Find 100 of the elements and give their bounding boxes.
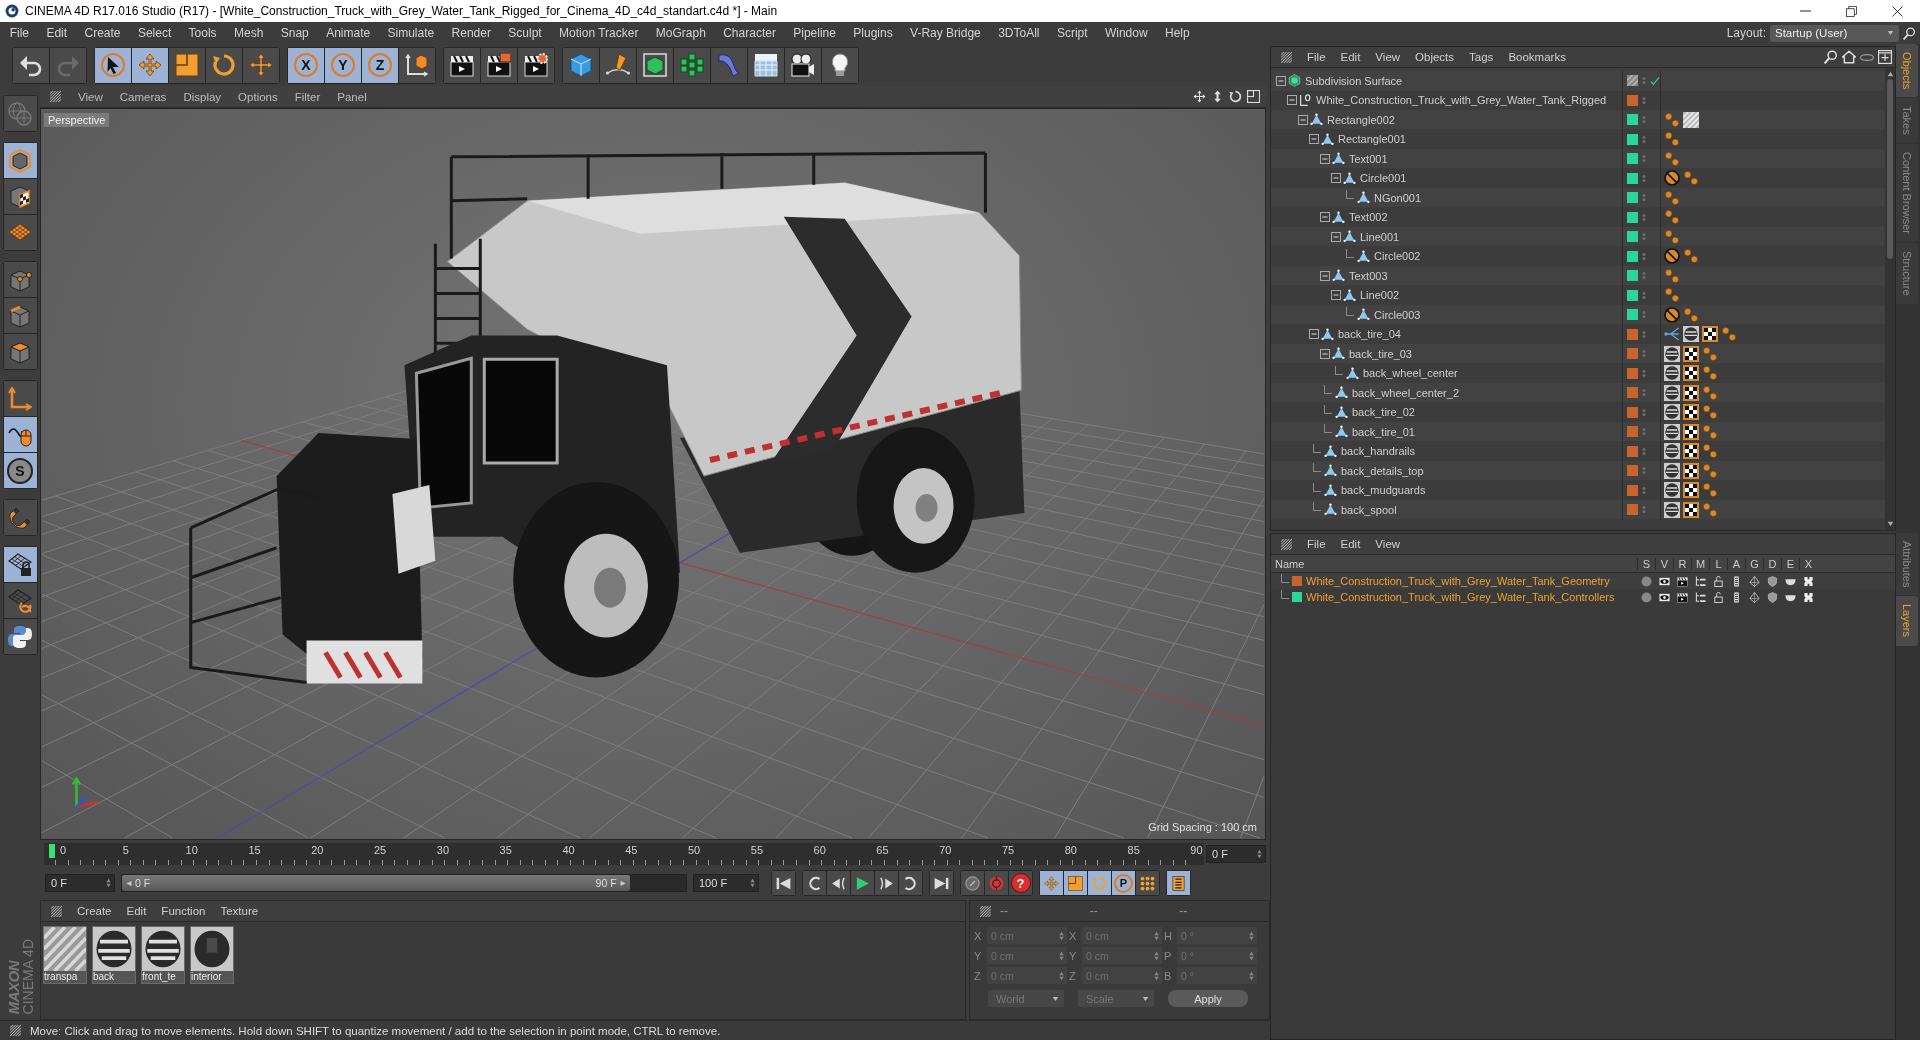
layer-swatch-icon[interactable] — [1627, 289, 1638, 301]
menu-item[interactable]: Edit — [120, 905, 156, 917]
textured-sphere-icon[interactable] — [1664, 501, 1680, 518]
menu-item[interactable]: Script — [1048, 22, 1097, 44]
menu-item[interactable]: Motion Tracker — [550, 22, 648, 44]
menu-item[interactable]: View — [70, 90, 112, 103]
scale-key-toggle[interactable] — [1064, 871, 1087, 895]
material-swatch[interactable]: front_te — [141, 926, 185, 984]
dot-icon[interactable] — [1640, 575, 1652, 587]
object-name[interactable]: Circle002 — [1374, 250, 1421, 263]
go-to-end-button[interactable] — [930, 871, 953, 895]
object-name[interactable]: Circle001 — [1360, 172, 1407, 185]
column-header[interactable]: G — [1745, 557, 1763, 570]
dot-icon[interactable] — [1640, 591, 1652, 603]
branch-icon[interactable] — [1664, 326, 1680, 343]
left-triangle-icon[interactable] — [126, 879, 132, 887]
textured-sphere-icon[interactable] — [1664, 365, 1680, 382]
layer-swatch-icon[interactable] — [1627, 270, 1638, 282]
checker-icon[interactable] — [1683, 365, 1699, 382]
visibility-dots-icon[interactable] — [1642, 193, 1646, 203]
visibility-dots-icon[interactable] — [1642, 232, 1646, 242]
next-frame-button[interactable] — [875, 871, 898, 895]
layer-swatch-icon[interactable] — [1627, 504, 1638, 516]
side-tab[interactable]: Layers — [1896, 596, 1918, 646]
layer-swatch-icon[interactable] — [1627, 367, 1638, 379]
column-header[interactable]: V — [1655, 557, 1673, 570]
menu-item[interactable]: View — [1369, 51, 1410, 63]
undo-button[interactable] — [13, 47, 49, 83]
checker-icon[interactable] — [1683, 404, 1699, 421]
range-slider-track[interactable]: 0 F 90 F — [121, 874, 687, 892]
menu-item[interactable]: Edit — [1334, 538, 1370, 550]
scale-tool-button[interactable] — [169, 47, 205, 83]
object-name[interactable]: back_mudguards — [1341, 484, 1426, 497]
two-dots-icon[interactable] — [1702, 462, 1718, 479]
layer-swatch-icon[interactable] — [1627, 250, 1638, 262]
window-toggle-icon[interactable] — [1247, 90, 1260, 103]
polygons-mode-button[interactable] — [3, 334, 37, 369]
visibility-dots-icon[interactable] — [1642, 505, 1646, 515]
menu-item[interactable]: Character — [714, 22, 785, 44]
visibility-dots-icon[interactable] — [1642, 95, 1646, 105]
play-button[interactable] — [851, 871, 874, 895]
menu-item[interactable]: File — [1301, 538, 1335, 550]
menu-item[interactable]: Pipeline — [784, 22, 845, 44]
menu-item[interactable]: Animate — [317, 22, 379, 44]
collapse-box-icon[interactable] — [1331, 290, 1341, 301]
layer-swatch-icon[interactable] — [1292, 576, 1302, 586]
layer-swatch-icon[interactable] — [1627, 406, 1638, 418]
move-tool-button[interactable] — [132, 47, 168, 83]
object-name[interactable]: Subdivision Surface — [1305, 74, 1403, 87]
grip-icon[interactable] — [980, 905, 991, 917]
two-dots-icon[interactable] — [1702, 443, 1718, 460]
right-triangle-icon[interactable] — [619, 879, 626, 887]
collapse-box-icon[interactable] — [1320, 212, 1330, 223]
menu-item[interactable]: File — [1301, 51, 1335, 63]
two-dots-icon[interactable] — [1664, 111, 1680, 128]
layout-dropdown[interactable]: Startup (User) — [1770, 24, 1899, 42]
textured-sphere-icon[interactable] — [1683, 326, 1699, 343]
object-name[interactable]: Circle003 — [1374, 308, 1421, 321]
floor-button[interactable] — [748, 47, 784, 83]
timeline-ruler[interactable]: 0 5 10 15 20 25 30 35 40 45 50 55 60 65 70 75 80 85 90 — [44, 843, 1204, 865]
grip-icon[interactable] — [51, 905, 62, 917]
side-tab[interactable]: Objects — [1896, 44, 1918, 98]
two-dots-icon[interactable] — [1664, 209, 1680, 226]
menu-item[interactable]: Edit — [37, 22, 76, 44]
pyramid-icon[interactable] — [1748, 575, 1760, 587]
previous-key-button[interactable] — [803, 871, 826, 895]
textured-sphere-icon[interactable] — [1664, 345, 1680, 362]
visibility-dots-icon[interactable] — [1642, 310, 1646, 320]
two-dots-icon[interactable] — [1664, 131, 1680, 148]
select-tool-button[interactable] — [95, 47, 131, 83]
checker-icon[interactable] — [1683, 462, 1699, 479]
next-key-button[interactable] — [899, 871, 922, 895]
menu-item[interactable]: Simulate — [378, 22, 443, 44]
coordinate-system-button[interactable] — [399, 47, 435, 83]
layer-swatch-icon[interactable] — [1627, 133, 1638, 145]
visibility-dots-icon[interactable] — [1642, 290, 1646, 300]
two-dots-icon[interactable] — [1664, 150, 1680, 167]
scroll-down-icon[interactable] — [1886, 521, 1894, 527]
eye-icon[interactable] — [1658, 591, 1670, 603]
layer-swatch-icon[interactable] — [1627, 211, 1638, 223]
timeline-button[interactable] — [1167, 871, 1190, 895]
layer-swatch-icon[interactable] — [1627, 231, 1638, 243]
move-key-toggle[interactable] — [1040, 871, 1063, 895]
scrollbar-track[interactable] — [1885, 68, 1895, 530]
two-dots-icon[interactable] — [1664, 189, 1680, 206]
two-dots-icon[interactable] — [1702, 345, 1718, 362]
checker-icon[interactable] — [1683, 345, 1699, 362]
column-header[interactable]: S — [1637, 557, 1655, 570]
column-header[interactable]: X — [1799, 557, 1817, 570]
autokey-button[interactable] — [985, 871, 1008, 895]
visibility-dots-icon[interactable] — [1642, 134, 1646, 144]
layer-swatch-icon[interactable] — [1627, 484, 1638, 496]
menu-item[interactable]: Tags — [1463, 51, 1503, 63]
visibility-dots-icon[interactable] — [1642, 154, 1646, 164]
menu-item[interactable]: MoGraph — [647, 22, 715, 44]
light-button[interactable] — [822, 47, 858, 83]
textured-sphere-icon[interactable] — [1664, 384, 1680, 401]
tree-branch-icon[interactable] — [1694, 575, 1706, 587]
menu-item[interactable]: Render — [442, 22, 500, 44]
collapse-box-icon[interactable] — [1276, 75, 1286, 86]
